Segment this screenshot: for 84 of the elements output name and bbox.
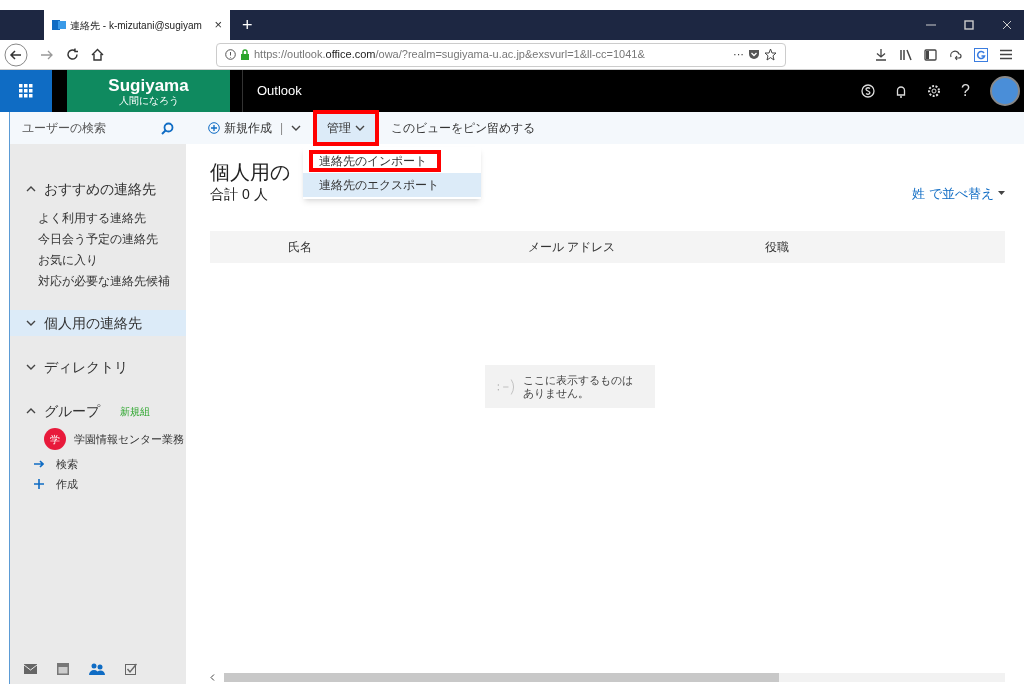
people-search-field[interactable]: ユーザーの検索 <box>22 119 161 137</box>
chevron-down-icon <box>291 125 302 131</box>
info-icon[interactable] <box>225 49 236 60</box>
people-icon[interactable] <box>89 663 105 675</box>
sidebar-item[interactable]: 今日会う予定の連絡先 <box>38 229 186 250</box>
help-button[interactable]: ? <box>961 79 970 103</box>
people-search-box[interactable]: ユーザーの検索 <box>10 112 186 144</box>
tab-title: 連絡先 - k-mizutani@sugiyam <box>70 18 202 33</box>
home-icon[interactable] <box>91 48 104 61</box>
menu-icon[interactable] <box>1000 49 1012 60</box>
manage-button[interactable]: 管理 <box>313 110 380 146</box>
sidebar-section[interactable]: ディレクトリ <box>10 354 186 380</box>
pocket-icon[interactable] <box>748 49 760 60</box>
skype-icon[interactable] <box>861 84 876 98</box>
sidebar-item[interactable]: よく利用する連絡先 <box>38 208 186 229</box>
chevron-down-icon <box>26 364 36 370</box>
chevron-down-icon <box>355 125 366 131</box>
app-launcher-button[interactable] <box>0 70 52 112</box>
tab-close[interactable]: × <box>214 15 222 35</box>
sidebar-action[interactable]: 検索 <box>34 454 186 474</box>
url-text: https://outlook.office.com/owa/?realm=sugiyama-u.ac.jp&exsvurl=1&ll-cc=1041& <box>254 47 645 63</box>
menu-item[interactable]: 連絡先のインポート <box>303 149 481 173</box>
search-icon[interactable] <box>161 121 174 135</box>
reload-icon[interactable] <box>66 48 79 61</box>
new-label: 新規組 <box>120 404 150 419</box>
maximize-icon[interactable] <box>964 20 974 30</box>
tasks-icon[interactable] <box>125 663 137 675</box>
sidebar-section[interactable]: おすすめの連絡先 <box>10 176 186 202</box>
sidebar-icon[interactable] <box>924 48 937 61</box>
outlook-icon <box>52 19 66 31</box>
close-icon[interactable] <box>1002 20 1012 30</box>
section-label: グループ <box>44 401 100 421</box>
logo-text: Sugiyama <box>108 76 189 94</box>
arrow-icon <box>34 460 44 468</box>
section-label: ディレクトリ <box>44 357 128 377</box>
section-label: 個人用の連絡先 <box>44 313 142 333</box>
page-actions-button[interactable]: ··· <box>733 46 744 63</box>
column-header[interactable]: 氏名 <box>288 238 528 256</box>
pin-view-button[interactable]: このビューをピン留めする <box>391 119 536 137</box>
column-header[interactable]: 役職 <box>765 238 789 256</box>
group-name: 学園情報センター業務 <box>74 431 184 447</box>
empty-message: ここに表示するものはありません。 <box>523 373 635 400</box>
settings-icon[interactable] <box>927 84 942 98</box>
extension-icon[interactable] <box>974 47 988 62</box>
chevron-up-icon <box>26 408 36 414</box>
group-item[interactable]: 学 学園情報センター業務 <box>10 424 186 454</box>
logo-tagline: 人間になろう <box>118 95 179 106</box>
browser-tab[interactable]: 連絡先 - k-mizutani@sugiyam × <box>44 10 230 40</box>
address-bar[interactable]: https://outlook.office.com/owa/?realm=sugiyama-u.ac.jp&exsvurl=1&ll-cc=1041& ··· <box>216 42 786 67</box>
sidebar-section[interactable]: グループ 新規組 <box>10 398 186 424</box>
menu-item[interactable]: 連絡先のエクスポート <box>303 173 481 197</box>
bell-icon[interactable] <box>895 84 908 98</box>
scrollbar-thumb[interactable] <box>224 673 779 682</box>
new-button[interactable]: 新規作成 <box>208 119 272 137</box>
section-label: おすすめの連絡先 <box>44 179 156 199</box>
page-title: 個人用の <box>210 160 290 184</box>
chevron-up-icon <box>26 186 36 192</box>
sync-icon[interactable] <box>949 48 962 61</box>
caret-icon <box>998 191 1005 196</box>
chevron-down-icon <box>26 320 36 326</box>
mail-icon[interactable] <box>24 664 37 674</box>
sidebar-item[interactable]: 対応が必要な連絡先候補 <box>38 271 186 292</box>
sidebar-action[interactable]: 作成 <box>34 474 186 494</box>
library-icon[interactable] <box>899 48 912 61</box>
lock-icon <box>240 49 250 60</box>
user-avatar[interactable] <box>990 76 1020 106</box>
download-icon[interactable] <box>875 48 887 61</box>
star-icon[interactable] <box>764 48 777 61</box>
new-tab-button[interactable]: + <box>230 10 265 40</box>
calendar-icon[interactable] <box>57 663 69 675</box>
sidebar-item[interactable]: お気に入り <box>38 250 186 271</box>
app-name: Outlook <box>257 82 302 101</box>
horizontal-scrollbar[interactable] <box>224 673 1005 682</box>
sort-button[interactable]: 姓 で並べ替え <box>912 183 1005 203</box>
sidebar-section[interactable]: 個人用の連絡先 <box>10 310 186 336</box>
waffle-icon <box>19 84 33 98</box>
column-header[interactable]: メール アドレス <box>528 238 765 256</box>
separator: | <box>280 120 284 137</box>
back-icon[interactable] <box>4 42 28 67</box>
plus-circle-icon <box>208 122 220 134</box>
plus-icon <box>34 479 44 489</box>
group-avatar: 学 <box>44 428 66 450</box>
total-count: 合計 0 人 <box>210 185 269 204</box>
forward-icon[interactable] <box>40 48 54 61</box>
